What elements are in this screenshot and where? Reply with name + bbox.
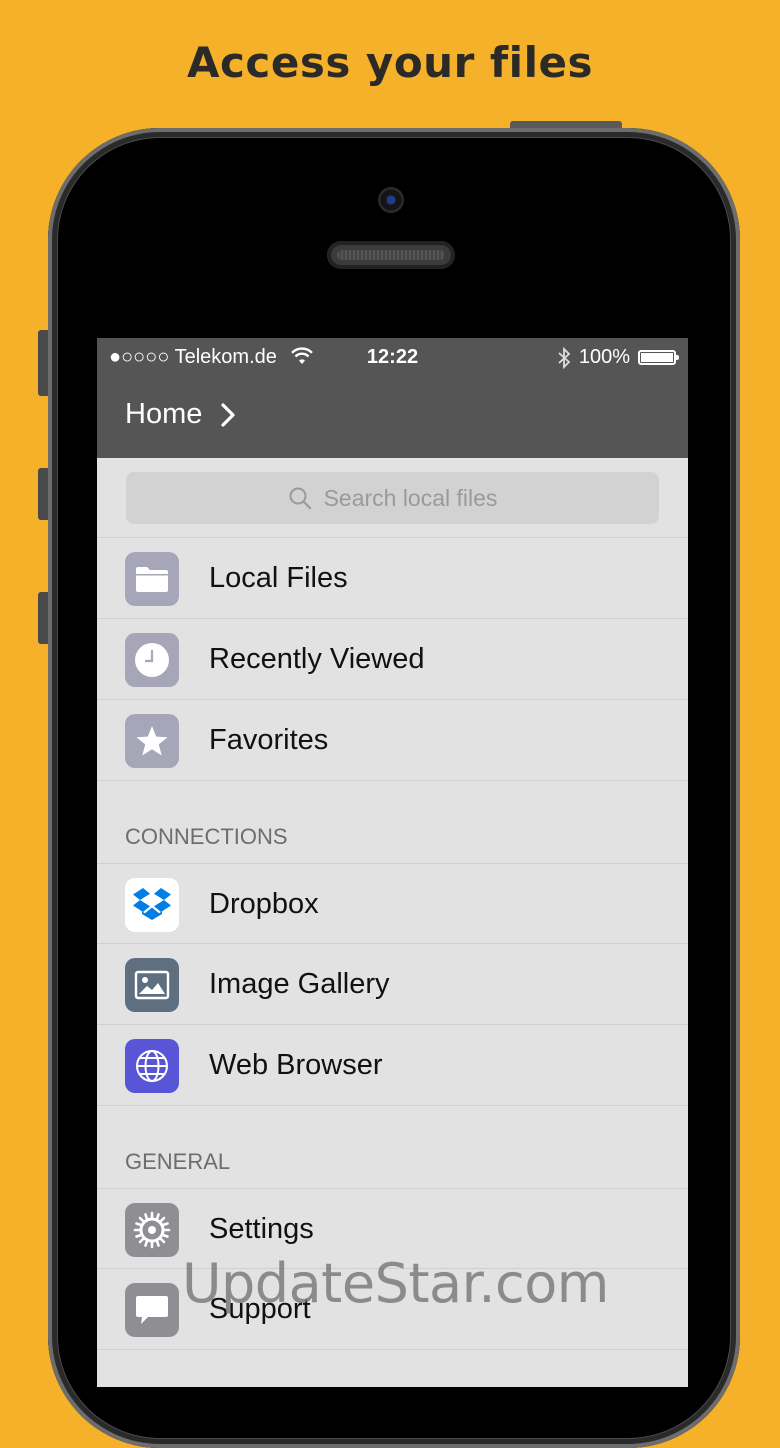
- battery-icon: [638, 350, 679, 365]
- mute-switch: [38, 330, 48, 396]
- volume-up-button: [38, 468, 48, 520]
- watermark: UpdateStar.com: [182, 1252, 609, 1315]
- earpiece-speaker: [327, 241, 455, 269]
- app-screen: ●○○○○ Telekom.de 12:22 100% Home Search …: [97, 338, 688, 1387]
- image-icon: [125, 958, 179, 1012]
- gear-icon: [125, 1203, 179, 1257]
- dropbox-icon: [125, 878, 179, 932]
- list-item-label: Recently Viewed: [209, 643, 425, 675]
- list-item-dropbox[interactable]: Dropbox: [97, 863, 688, 944]
- list-item-label: Settings: [209, 1213, 314, 1245]
- list-item-recently-viewed[interactable]: Recently Viewed: [97, 619, 688, 700]
- section-header-general: GENERAL: [125, 1149, 231, 1174]
- search-placeholder: Search local files: [323, 484, 498, 511]
- folder-icon: [125, 552, 179, 606]
- list-item-label: Dropbox: [209, 888, 319, 920]
- list-item-label: Local Files: [209, 562, 348, 594]
- nav-title: Home: [125, 398, 203, 430]
- headline: Access your files: [187, 38, 593, 87]
- chevron-right-icon: [221, 402, 235, 427]
- breadcrumb-home[interactable]: Home: [125, 398, 236, 431]
- bluetooth-icon: [558, 346, 571, 369]
- globe-icon: [125, 1039, 179, 1093]
- battery-percent: 100%: [578, 346, 630, 368]
- list-item-local-files[interactable]: Local Files: [97, 538, 688, 619]
- chat-bubble-icon: [125, 1283, 179, 1337]
- search-icon: [289, 487, 311, 510]
- status-right: 100%: [557, 346, 679, 369]
- list-item-label: Web Browser: [209, 1049, 383, 1081]
- volume-down-button: [38, 592, 48, 644]
- list-item-favorites[interactable]: Favorites: [97, 700, 688, 781]
- star-icon: [125, 714, 179, 768]
- list-item-web-browser[interactable]: Web Browser: [97, 1025, 688, 1106]
- list-item-label: Favorites: [209, 724, 329, 756]
- list-item-label: Image Gallery: [209, 968, 390, 1000]
- search-input[interactable]: Search local files: [126, 472, 659, 524]
- section-header-connections: CONNECTIONS: [125, 824, 288, 849]
- navigation-bar: Home: [97, 378, 688, 458]
- list-item-image-gallery[interactable]: Image Gallery: [97, 944, 688, 1025]
- search-bar-container: Search local files: [97, 458, 688, 538]
- clock-icon: [125, 633, 179, 687]
- front-camera: [378, 187, 404, 213]
- status-bar: ●○○○○ Telekom.de 12:22 100%: [97, 338, 688, 378]
